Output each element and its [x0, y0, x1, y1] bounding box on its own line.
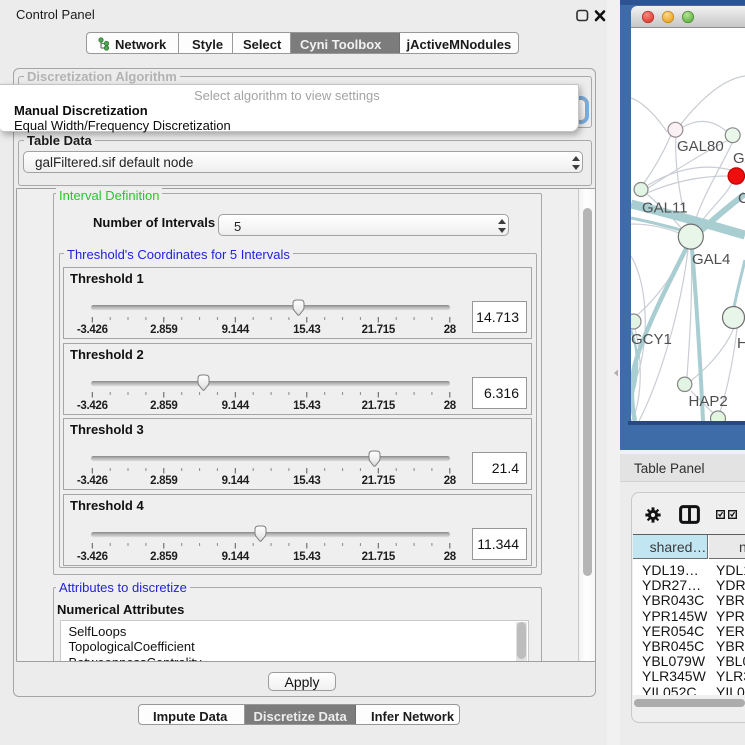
svg-text:GAL80: GAL80: [677, 138, 724, 155]
svg-text:GAL4: GAL4: [692, 251, 730, 268]
svg-text:GCY1: GCY1: [631, 331, 672, 348]
svg-text:HAP2: HAP2: [689, 393, 728, 410]
svg-text:C: C: [738, 190, 745, 207]
svg-text:H: H: [737, 335, 745, 352]
svg-text:GA: GA: [733, 150, 745, 167]
svg-text:GAL11: GAL11: [642, 200, 688, 217]
